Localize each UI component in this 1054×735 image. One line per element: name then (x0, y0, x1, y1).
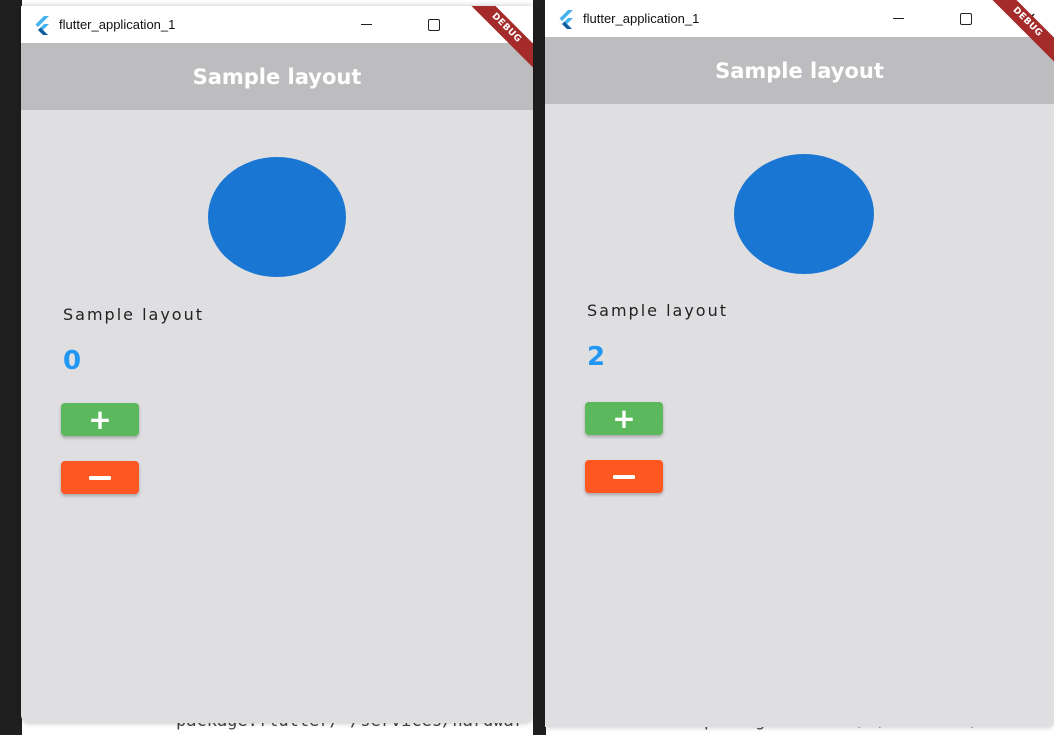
window-title: flutter_application_1 (59, 17, 176, 32)
minus-icon (89, 475, 111, 480)
window-title: flutter_application_1 (583, 11, 700, 26)
counter-value: 0 (63, 346, 82, 376)
minimize-button[interactable] (875, 0, 921, 37)
app-window-1: flutter_application_1 ✕ Sample layout DE… (21, 6, 533, 723)
circle-avatar (208, 157, 346, 277)
minimize-icon (892, 18, 904, 19)
circle-avatar (734, 154, 874, 274)
minus-icon (613, 474, 635, 479)
flutter-logo-icon (35, 15, 49, 35)
maximize-button[interactable] (411, 6, 457, 43)
increment-button[interactable]: + (61, 403, 139, 436)
app-window-2: flutter_application_1 ✕ Sample layout DE… (545, 0, 1054, 727)
minimize-icon (360, 24, 372, 25)
debug-banner-label: DEBUG (461, 6, 533, 74)
decrement-button[interactable] (61, 461, 139, 494)
sample-label: Sample layout (63, 305, 204, 324)
counter-value: 2 (587, 342, 606, 372)
plus-icon: + (88, 402, 112, 436)
decrement-button[interactable] (585, 460, 663, 493)
sample-label: Sample layout (587, 301, 728, 320)
app-bar: Sample layout DEBUG (21, 6, 533, 110)
debug-banner-label: DEBUG (982, 0, 1054, 68)
plus-icon: + (612, 401, 636, 435)
maximize-icon (428, 18, 440, 31)
minimize-button[interactable] (343, 6, 389, 43)
ide-background-left (0, 0, 22, 735)
app-bar-title: Sample layout (192, 64, 362, 89)
debug-banner: DEBUG (453, 6, 533, 86)
debug-banner: DEBUG (974, 0, 1054, 80)
flutter-logo-icon (559, 9, 573, 29)
maximize-icon (960, 12, 972, 25)
app-bar-title: Sample layout (715, 58, 884, 83)
app-bar: Sample layout DEBUG (545, 0, 1054, 104)
increment-button[interactable]: + (585, 402, 663, 435)
